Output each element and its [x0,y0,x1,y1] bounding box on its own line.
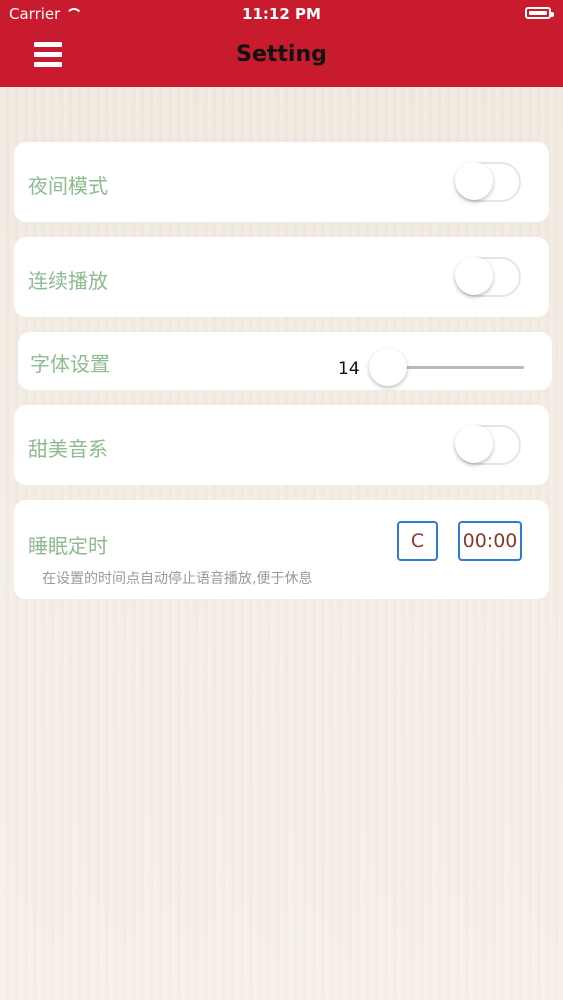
font-size-label: 字体设置 [30,352,110,376]
page-title: Setting [236,42,327,67]
night-mode-toggle[interactable] [455,162,521,202]
font-size-value: 14 [338,359,360,379]
sleep-timer-label: 睡眠定时 [28,534,108,558]
font-size-slider-knob[interactable] [369,348,407,386]
font-size-row: 字体设置 14 [18,332,552,390]
continuous-play-label: 连续播放 [28,269,108,293]
sleep-timer-time-button[interactable]: 00:00 [458,521,522,561]
toggle-knob [455,257,493,295]
toggle-knob [455,425,493,463]
sweet-voice-label: 甜美音系 [28,437,108,461]
sleep-timer-hint: 在设置的时间点自动停止语音播放,便于休息 [42,571,313,587]
sweet-voice-toggle[interactable] [455,425,521,465]
battery-icon [525,7,554,19]
continuous-play-toggle[interactable] [455,257,521,297]
status-time: 11:12 PM [242,5,321,23]
sleep-timer-row: 睡眠定时 C 00:00 在设置的时间点自动停止语音播放,便于休息 [14,500,549,599]
continuous-play-row: 连续播放 [14,237,549,317]
sweet-voice-row: 甜美音系 [14,405,549,485]
toggle-knob [455,162,493,200]
night-mode-label: 夜间模式 [28,174,108,198]
sleep-timer-cancel-button[interactable]: C [397,521,438,561]
top-bar: Carrier 11:12 PM Setting [0,0,563,87]
status-bar: Carrier 11:12 PM [0,0,563,28]
night-mode-row: 夜间模式 [14,142,549,222]
